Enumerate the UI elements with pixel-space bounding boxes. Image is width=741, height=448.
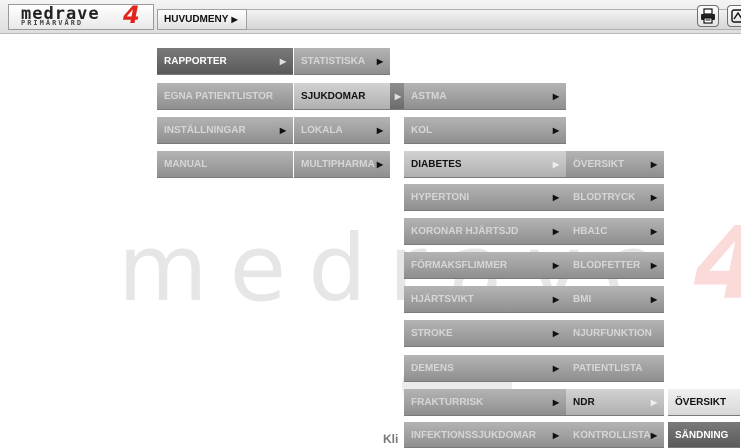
menu-item-label: RAPPORTER (164, 56, 227, 67)
menu-item-label: BMI (573, 294, 592, 305)
chevron-right-icon: ▶ (552, 193, 559, 202)
logo-tagline: PRIMÄRVÅRD (21, 19, 84, 27)
chevron-right-icon: ▶ (650, 160, 657, 169)
chevron-right-icon: ▶ (279, 126, 286, 135)
menu-item-label: HBA1C (573, 226, 608, 237)
menu-item-ndr[interactable]: NDR ▶ (566, 389, 664, 416)
menu-item-sjukdomar[interactable]: SJUKDOMAR (294, 83, 390, 110)
menu-item-label: DEMENS (411, 363, 454, 374)
menu-item-lokala[interactable]: LOKALA ▶ (294, 117, 390, 144)
top-bar: medrave 4 PRIMÄRVÅRD HUVUDMENY ▶ (0, 0, 741, 34)
printer-icon (701, 8, 715, 24)
main-menu-button[interactable]: HUVUDMENY ▶ (157, 9, 247, 30)
menu-item-kontrollista[interactable]: KONTROLLISTA ▶ (566, 422, 664, 448)
menu-item-installningar[interactable]: INSTÄLLNINGAR ▶ (157, 117, 293, 144)
menu-item-hypertoni[interactable]: HYPERTONI ▶ (404, 184, 566, 211)
menu-item-sandning[interactable]: SÄNDNING (668, 422, 740, 448)
chevron-right-icon: ▶ (650, 295, 657, 304)
menu-item-label: SJUKDOMAR (301, 91, 366, 102)
menu-item-astma[interactable]: ASTMA ▶ (404, 83, 566, 110)
menu-item-label: FRAKTURRISK (411, 397, 484, 408)
footer-text: Kli (383, 432, 399, 446)
menu-item-label: DIABETES (411, 159, 462, 170)
chevron-right-icon: ▶ (650, 261, 657, 270)
chevron-right-icon: ▶ (552, 92, 559, 101)
menu-item-label: INSTÄLLNINGAR (164, 125, 246, 136)
chevron-right-icon: ▶ (231, 15, 238, 24)
menu-item-infektionssjukdomar[interactable]: INFEKTIONSSJUKDOMAR ▶ (404, 422, 566, 448)
chevron-right-icon: ▶ (376, 57, 383, 66)
chevron-right-icon: ▶ (650, 193, 657, 202)
menu-item-njurfunktion[interactable]: NJURFUNKTION (566, 320, 664, 347)
chevron-right-icon: ▶ (552, 329, 559, 338)
menu-item-label: NDR (573, 397, 595, 408)
menu-item-multipharma[interactable]: MULTIPHARMA ▶ (294, 151, 390, 178)
menu-item-demens[interactable]: DEMENS ▶ (404, 355, 566, 382)
menu-item-diabetes[interactable]: DIABETES ▶ (404, 151, 566, 178)
menu-item-label: STROKE (411, 328, 453, 339)
menu-item-stroke[interactable]: STROKE ▶ (404, 320, 566, 347)
menu-item-kol[interactable]: KOL ▶ (404, 117, 566, 144)
export-icon (731, 9, 741, 23)
chevron-right-icon: ▶ (552, 295, 559, 304)
menu-item-label: LOKALA (301, 125, 343, 136)
menu-item-label: FÖRMAKSFLIMMER (411, 260, 508, 271)
chevron-right-icon: ▶ (650, 398, 657, 407)
menu-item-ndr-oversikt[interactable]: ÖVERSIKT (668, 389, 740, 416)
menu-item-label: SÄNDNING (675, 430, 729, 441)
menu-item-formaksflimmer[interactable]: FÖRMAKSFLIMMER ▶ (404, 252, 566, 279)
menu-item-bmi[interactable]: BMI ▶ (566, 286, 664, 313)
chevron-right-icon: ▶ (552, 227, 559, 236)
chevron-right-icon: ▶ (552, 261, 559, 270)
menu-item-label: HYPERTONI (411, 192, 470, 203)
chevron-right-icon: ▶ (376, 126, 383, 135)
medrave-logo[interactable]: medrave 4 PRIMÄRVÅRD (8, 1, 154, 30)
menu-item-label: ÖVERSIKT (675, 397, 727, 408)
menu-item-label: INFEKTIONSSJUKDOMAR (411, 430, 537, 441)
menu-item-label: STATISTISKA (301, 56, 366, 67)
chevron-right-icon: ▶ (394, 92, 401, 101)
menu-item-label: KONTROLLISTA (573, 430, 651, 441)
menu-item-rapporter[interactable]: RAPPORTER ▶ (157, 48, 293, 75)
chevron-right-icon: ▶ (552, 160, 559, 169)
print-button[interactable] (697, 5, 719, 27)
menu-item-label: EGNA PATIENTLISTOR (164, 91, 274, 102)
menu-item-patientlista[interactable]: PATIENTLISTA (566, 355, 664, 382)
menu-item-label: NJURFUNKTION (573, 328, 652, 339)
menu-item-koronar-hjartsjd[interactable]: KORONAR HJÄRTSJD ▶ (404, 218, 566, 245)
chevron-right-icon: ▶ (552, 398, 559, 407)
menu-item-label: KORONAR HJÄRTSJD (411, 226, 519, 237)
submenu-connector: ▶ (390, 83, 404, 110)
menu-item-label: MANUAL (164, 159, 208, 170)
chevron-right-icon: ▶ (552, 126, 559, 135)
menu-item-label: HJÄRTSVIKT (411, 294, 474, 305)
chevron-right-icon: ▶ (279, 57, 286, 66)
menu-item-label: KOL (411, 125, 433, 136)
main-menu-label: HUVUDMENY (164, 14, 229, 25)
menu-item-label: MULTIPHARMA (301, 159, 375, 170)
export-button[interactable] (727, 5, 741, 27)
menu-item-label: BLODFETTER (573, 260, 641, 271)
menu-item-label: BLODTRYCK (573, 192, 636, 203)
menu-item-label: ASTMA (411, 91, 447, 102)
menu-item-blodtryck[interactable]: BLODTRYCK ▶ (566, 184, 664, 211)
menu-item-blodfetter[interactable]: BLODFETTER ▶ (566, 252, 664, 279)
chevron-right-icon: ▶ (552, 364, 559, 373)
watermark-number: 4 (694, 205, 741, 322)
chevron-right-icon: ▶ (552, 431, 559, 440)
menu-item-statistiska[interactable]: STATISTISKA ▶ (294, 48, 390, 75)
menu-item-label: PATIENTLISTA (573, 363, 643, 374)
chevron-right-icon: ▶ (376, 160, 383, 169)
menu-item-manual[interactable]: MANUAL (157, 151, 293, 178)
logo-number: 4 (123, 1, 140, 29)
menu-item-oversikt[interactable]: ÖVERSIKT ▶ (566, 151, 664, 178)
chevron-right-icon: ▶ (650, 227, 657, 236)
menu-item-egna-patientlistor[interactable]: EGNA PATIENTLISTOR (157, 83, 293, 110)
menu-item-hba1c[interactable]: HBA1C ▶ (566, 218, 664, 245)
toolbar-strip (247, 9, 741, 30)
menu-item-frakturrisk[interactable]: FRAKTURRISK ▶ (404, 389, 566, 416)
menu-item-label: ÖVERSIKT (573, 159, 625, 170)
chevron-right-icon: ▶ (650, 431, 657, 440)
menu-item-hjartsvikt[interactable]: HJÄRTSVIKT ▶ (404, 286, 566, 313)
